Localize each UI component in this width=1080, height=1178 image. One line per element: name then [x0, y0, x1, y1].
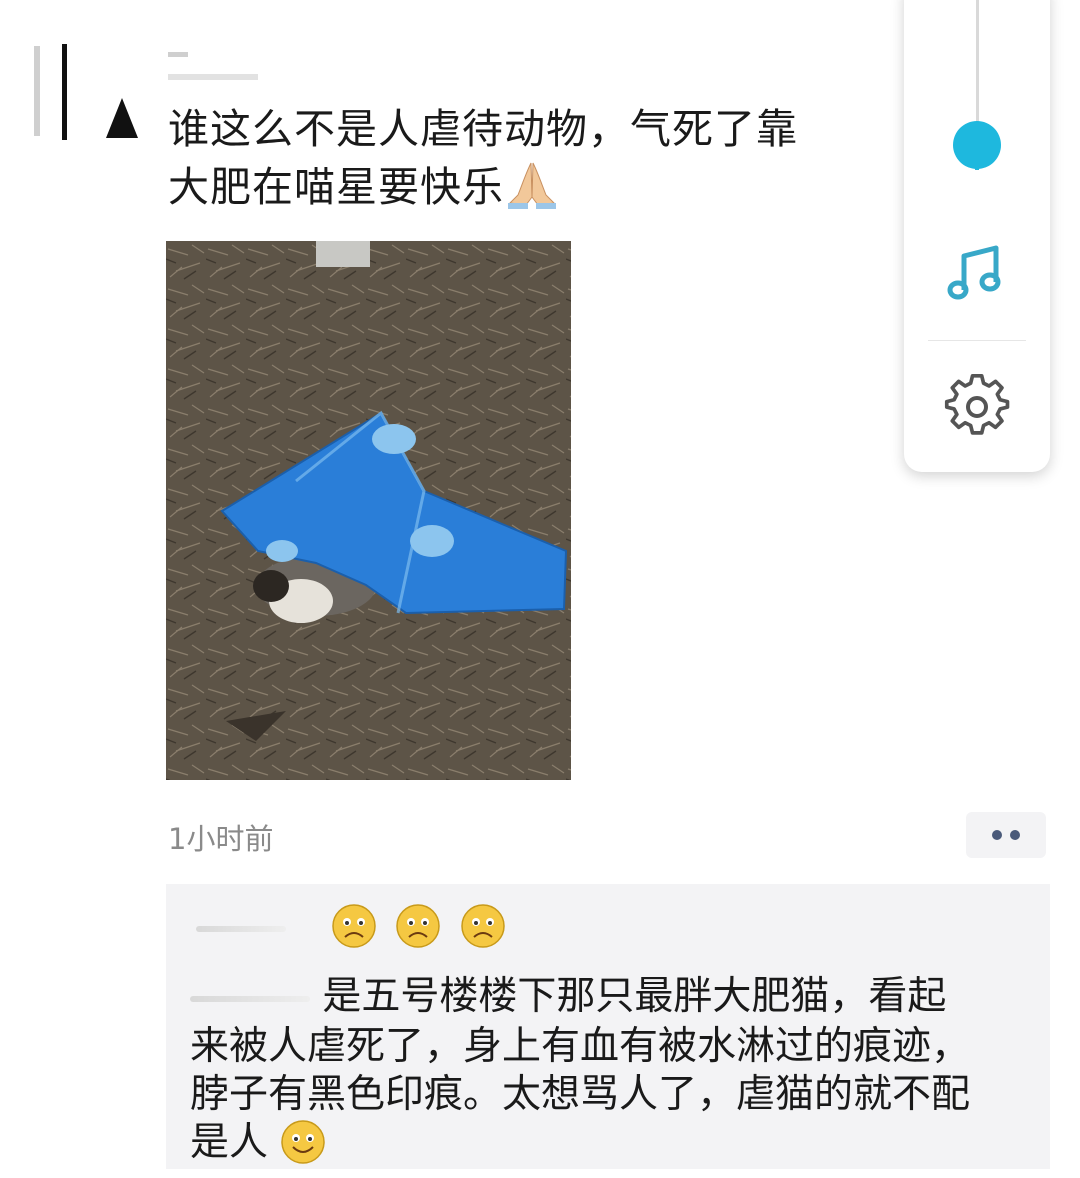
volume-slider-knob[interactable]: [952, 120, 1002, 170]
more-options-button[interactable]: [966, 812, 1046, 858]
reply-line-1: 是五号楼楼下那只最胖大肥猫，看起: [190, 972, 946, 1022]
sad-face-icon: [331, 903, 377, 949]
reply-line-2: 来被人虐死了，身上有血有被水淋过的痕迹，: [190, 1024, 971, 1069]
sad-face-icon: [460, 903, 506, 949]
post-line-2: 大肥在喵星要快乐: [168, 158, 888, 216]
divider: [928, 340, 1026, 341]
reply-line-4: 是人: [190, 1118, 332, 1168]
post-line-1: 谁这么不是人虐待动物，气死了靠: [168, 105, 798, 153]
comments-section: 是五号楼楼下那只最胖大肥猫，看起 来被人虐死了，身上有血有被水淋过的痕迹， 脖子…: [166, 884, 1050, 1169]
redacted-name: [190, 995, 310, 1002]
floating-toolbar: [904, 0, 1050, 472]
triangle-icon: [106, 98, 138, 138]
smile-face-icon: [280, 1119, 326, 1165]
avatar[interactable]: [28, 40, 258, 150]
reply-line-3: 脖子有黑色印痕。太想骂人了，虐猫的就不配: [190, 1072, 971, 1117]
redacted-name: [196, 925, 286, 932]
dot-icon: [1010, 830, 1020, 840]
dot-icon: [992, 830, 1002, 840]
folded-hands-icon: [504, 159, 560, 209]
volume-slider-track[interactable]: [976, 0, 979, 140]
post-timestamp: 1小时前: [168, 822, 274, 856]
post-photo[interactable]: [166, 241, 571, 780]
gear-icon[interactable]: [944, 374, 1010, 440]
music-note-icon[interactable]: [946, 242, 1008, 304]
sad-face-icon: [395, 903, 441, 949]
post-text: 谁这么不是人虐待动物，气死了靠 大肥在喵星要快乐: [168, 100, 888, 216]
reaction-row: [196, 902, 512, 952]
